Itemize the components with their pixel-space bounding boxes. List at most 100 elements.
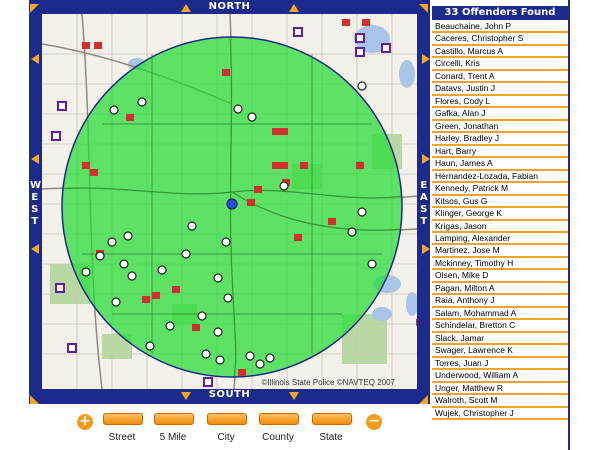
pan-east-upper-button[interactable] — [418, 52, 432, 66]
offender-list-item[interactable]: Martinez, Jose M — [432, 245, 568, 258]
offender-list-item[interactable]: Walroth, Scott M — [432, 395, 568, 408]
white-circle-icon — [111, 297, 121, 307]
zoom-state-label: State — [319, 432, 343, 443]
east-label: EAST — [419, 180, 429, 227]
zoom-out-button[interactable]: − — [366, 414, 382, 430]
pan-west-button[interactable] — [29, 152, 43, 166]
red-house-icon — [142, 296, 150, 303]
pan-east-lower-button[interactable] — [418, 242, 432, 256]
white-circle-icon — [357, 207, 367, 217]
pan-southeast-corner-button[interactable] — [417, 390, 431, 404]
location-pin-icon — [226, 198, 238, 210]
address-square-icon — [203, 377, 213, 387]
pan-east-button[interactable] — [418, 152, 432, 166]
pan-west-upper-button[interactable] — [29, 52, 43, 66]
white-circle-icon — [157, 265, 167, 275]
address-square-icon — [355, 33, 365, 43]
offender-list-item[interactable]: Datavs, Justin J — [432, 83, 568, 96]
offender-list-item[interactable]: Kitsos, Gus G — [432, 196, 568, 209]
offender-list-item[interactable]: Krigas, Jason — [432, 221, 568, 233]
arrow-down-icon — [289, 392, 299, 400]
offender-list-item[interactable]: Lamping, Alexander — [432, 233, 568, 246]
offender-list-item[interactable]: Circelli, Kris — [432, 58, 568, 71]
offender-list-item[interactable]: Hart, Barry — [432, 146, 568, 159]
map-viewport[interactable]: ©Illinois State Police ©NAVTEQ 2007 — [42, 14, 417, 389]
red-house-icon — [82, 42, 90, 49]
offender-list-item[interactable]: Schindelar, Bretton C — [432, 320, 568, 333]
white-circle-icon — [123, 231, 133, 241]
offender-list-item[interactable]: Kennedy, Patrick M — [432, 183, 568, 196]
white-circle-icon — [347, 227, 357, 237]
offender-list-item[interactable]: Hernandez-Lozada, Fabian — [432, 171, 568, 184]
offender-list-item[interactable]: Conard, Trent A — [432, 71, 568, 84]
white-circle-icon — [137, 97, 147, 107]
arrow-left-icon — [31, 54, 39, 64]
offender-list-item[interactable]: Gafka, Alan J — [432, 108, 568, 121]
offender-list-item[interactable]: Harley, Bradley J — [432, 133, 568, 146]
red-house-icon — [90, 169, 98, 176]
offender-list-item[interactable]: Torres, Juan J — [432, 358, 568, 371]
pan-northeast-corner-button[interactable] — [417, 0, 431, 14]
zoom-state-button[interactable] — [312, 413, 352, 425]
zoom-in-button[interactable]: + — [77, 414, 93, 430]
offender-list-item[interactable]: Swager, Lawrence K — [432, 345, 568, 358]
pan-southwest-corner-button[interactable] — [29, 390, 43, 404]
white-circle-icon — [107, 237, 117, 247]
zoom-street-button[interactable] — [103, 413, 143, 425]
offender-list-item[interactable]: Green, Jonathan — [432, 121, 568, 134]
pan-south-east-button[interactable] — [287, 390, 301, 404]
offender-list-item[interactable]: Olsen, Mike D — [432, 270, 568, 283]
offender-list-item[interactable]: Underwood, William A — [432, 370, 568, 383]
offender-list-item[interactable]: Unger, Matthew R — [432, 383, 568, 396]
offender-list-item[interactable]: Mckinney, Timothy H — [432, 258, 568, 271]
zoom-county-button[interactable] — [259, 413, 299, 425]
offender-list-item[interactable]: Wujek, Christopher J — [432, 408, 568, 420]
arrow-southwest-icon — [30, 395, 39, 404]
offender-list-item[interactable]: Slack, Jamar — [432, 333, 568, 346]
search-center-marker — [226, 198, 238, 210]
address-square-icon — [57, 101, 67, 111]
white-circle-icon — [367, 259, 377, 269]
red-house-icon — [328, 218, 336, 225]
offender-list-item[interactable]: Salam, Mohammad A — [432, 308, 568, 321]
offender-list-item[interactable]: Raia, Anthony J — [432, 295, 568, 308]
white-circle-icon — [81, 267, 91, 277]
red-house-icon — [152, 292, 160, 299]
white-circle-icon — [233, 104, 243, 114]
red-house-icon — [192, 324, 200, 331]
offender-list-item[interactable]: Flores, Cody L — [432, 96, 568, 109]
map-frame: NORTH SOUTH WEST EAST ©Illinois State Po… — [29, 0, 430, 404]
offender-list-item[interactable]: Klinger, George K — [432, 208, 568, 221]
white-circle-icon — [127, 271, 137, 281]
red-house-icon — [342, 19, 350, 26]
address-square-icon — [355, 47, 365, 57]
red-house-icon — [280, 128, 288, 135]
offender-list-item[interactable]: Caceres, Christopher S — [432, 33, 568, 46]
address-square-icon — [67, 343, 77, 353]
white-circle-icon — [95, 251, 105, 261]
white-circle-icon — [221, 237, 231, 247]
white-circle-icon — [357, 81, 367, 91]
offender-list-item[interactable]: Beauchaine, John P — [432, 21, 568, 34]
offender-count-header: 33 Offenders Found — [432, 6, 568, 20]
arrow-up-icon — [289, 4, 299, 12]
offender-list-item[interactable]: Haun, James A — [432, 158, 568, 171]
pan-northwest-corner-button[interactable] — [29, 0, 43, 14]
white-circle-icon — [187, 221, 197, 231]
pan-south-west-button[interactable] — [179, 390, 193, 404]
red-house-icon — [416, 319, 417, 326]
panel-divider — [568, 0, 570, 450]
white-circle-icon — [119, 259, 129, 269]
pan-west-lower-button[interactable] — [29, 242, 43, 256]
arrow-right-icon — [422, 244, 430, 254]
white-circle-icon — [213, 273, 223, 283]
red-house-icon — [126, 114, 134, 121]
zoom-5-mile-button[interactable] — [154, 413, 194, 425]
zoom-city-button[interactable] — [207, 413, 247, 425]
street-map[interactable] — [42, 14, 417, 389]
red-house-icon — [172, 286, 180, 293]
offender-list-item[interactable]: Castillo, Marcus A — [432, 46, 568, 59]
offender-list: Beauchaine, John P Caceres, Christopher … — [432, 21, 568, 420]
white-circle-icon — [213, 327, 223, 337]
offender-list-item[interactable]: Pagan, Milton A — [432, 283, 568, 296]
